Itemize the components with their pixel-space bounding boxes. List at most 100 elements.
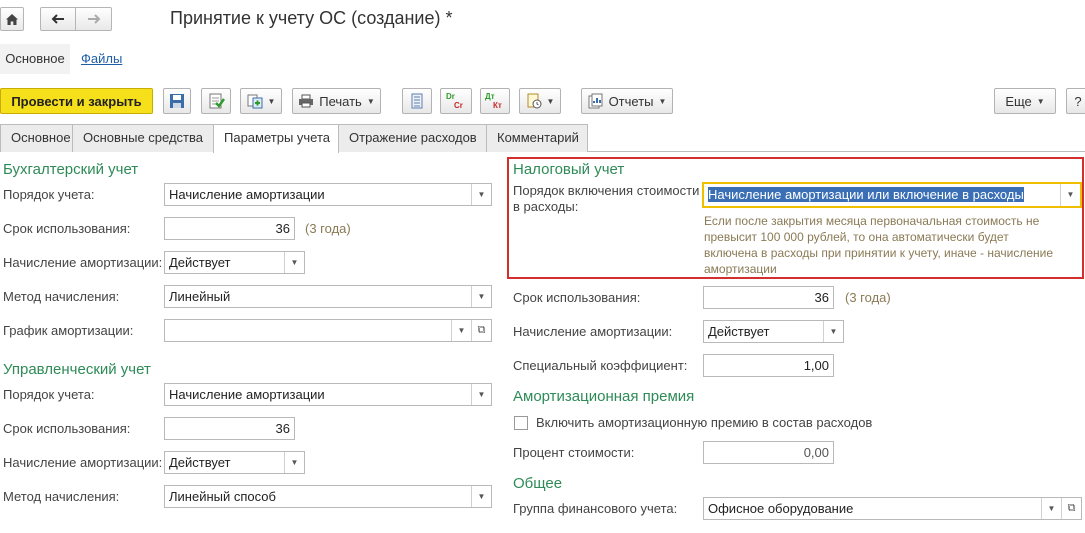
post-button[interactable] xyxy=(201,88,231,114)
chevron-down-icon[interactable]: ▼ xyxy=(284,452,304,473)
post-document-icon xyxy=(209,93,225,109)
mgmt-order-value: Начисление амортизации xyxy=(169,387,325,402)
back-button[interactable] xyxy=(40,7,76,31)
acc-depr-value: Действует xyxy=(169,255,231,270)
open-icon[interactable]: ⧉ xyxy=(471,320,491,341)
acc-method-select[interactable]: Линейный ▼ xyxy=(164,285,492,308)
reports-button[interactable]: Отчеты ▼ xyxy=(581,88,673,114)
tax-depr-select[interactable]: Действует ▼ xyxy=(703,320,844,343)
bonus-include-checkbox[interactable] xyxy=(514,416,528,430)
bonus-percent-label: Процент стоимости: xyxy=(513,445,635,460)
arrow-left-icon xyxy=(51,14,64,24)
acc-order-value: Начисление амортизации xyxy=(169,187,325,202)
acc-schedule-label: График амортизации: xyxy=(3,323,134,338)
document-list-icon xyxy=(411,93,423,109)
chevron-down-icon[interactable]: ▼ xyxy=(471,184,491,205)
acc-method-label: Метод начисления: xyxy=(3,289,120,304)
fin-group-select[interactable]: Офисное оборудование ▼ ⧉ xyxy=(703,497,1082,520)
printer-icon xyxy=(299,94,314,108)
acc-schedule-select[interactable]: ▼ ⧉ xyxy=(164,319,492,342)
tax-note-line-4: амортизации xyxy=(704,262,777,276)
more-label: Еще xyxy=(1005,93,1032,109)
section-files[interactable]: Файлы xyxy=(81,44,122,74)
mgmt-order-select[interactable]: Начисление амортизации ▼ xyxy=(164,383,492,406)
chevron-down-icon[interactable]: ▼ xyxy=(471,286,491,307)
chevron-down-icon[interactable]: ▼ xyxy=(284,252,304,273)
acc-order-label: Порядок учета: xyxy=(3,187,95,202)
tax-cost-order-value: Начисление амортизации или включение в р… xyxy=(708,187,1024,202)
mgmt-order-label: Порядок учета: xyxy=(3,387,95,402)
attach-button[interactable]: ▼ xyxy=(519,88,561,114)
tax-note-line-3: включена в расходы при принятии к учету,… xyxy=(704,246,1054,260)
bonus-group-title: Амортизационная премия xyxy=(513,388,695,405)
tab-comment[interactable]: Комментарий xyxy=(486,124,588,152)
home-icon xyxy=(6,13,18,25)
more-button[interactable]: Еще ▼ xyxy=(994,88,1056,114)
mgmt-term-input[interactable]: 36 xyxy=(164,417,295,440)
mgmt-method-value: Линейный способ xyxy=(169,489,276,504)
tax-depr-value: Действует xyxy=(708,324,770,339)
save-button[interactable] xyxy=(163,88,191,114)
tab-main[interactable]: Основное xyxy=(0,124,73,152)
tax-term-hint: (3 года) xyxy=(845,290,891,305)
forward-button[interactable] xyxy=(75,7,112,31)
acc-depr-label: Начисление амортизации: xyxy=(3,255,163,270)
home-button[interactable] xyxy=(0,7,24,31)
dr-cr-icon: Dr Cr xyxy=(446,91,466,111)
tax-note-line-2: превысит 100 000 рублей, то она автомати… xyxy=(704,230,1009,244)
tab-strip: Основное Основные средства Параметры уче… xyxy=(0,124,1085,153)
bonus-percent-input[interactable]: 0,00 xyxy=(703,441,834,464)
chevron-down-icon[interactable]: ▼ xyxy=(471,486,491,507)
mgmt-method-select[interactable]: Линейный способ ▼ xyxy=(164,485,492,508)
acc-method-value: Линейный xyxy=(169,289,231,304)
help-button[interactable]: ? xyxy=(1066,88,1085,114)
tab-fixed-assets[interactable]: Основные средства xyxy=(72,124,214,152)
section-main[interactable]: Основное xyxy=(0,44,70,74)
chevron-down-icon: ▼ xyxy=(267,96,276,106)
chevron-down-icon[interactable]: ▼ xyxy=(1041,498,1061,519)
management-group-title: Управленческий учет xyxy=(3,361,151,378)
fin-group-label: Группа финансового учета: xyxy=(513,501,678,516)
print-label: Печать xyxy=(319,93,362,109)
dr-cr-button[interactable]: Dr Cr xyxy=(440,88,472,114)
create-based-on-button[interactable]: ▼ xyxy=(240,88,282,114)
dt-kt-icon: Дт Кт xyxy=(485,91,505,111)
acc-term-input[interactable]: 36 xyxy=(164,217,295,240)
chevron-down-icon: ▼ xyxy=(1036,96,1045,106)
chevron-down-icon[interactable]: ▼ xyxy=(823,321,843,342)
print-button[interactable]: Печать ▼ xyxy=(292,88,381,114)
bonus-include-label: Включить амортизационную премию в состав… xyxy=(536,415,873,430)
tax-coef-input[interactable]: 1,00 xyxy=(703,354,834,377)
tax-coef-label: Специальный коэффициент: xyxy=(513,358,688,373)
acc-order-select[interactable]: Начисление амортизации ▼ xyxy=(164,183,492,206)
document-list-button[interactable] xyxy=(402,88,432,114)
acc-depr-select[interactable]: Действует ▼ xyxy=(164,251,305,274)
accounting-group-title: Бухгалтерский учет xyxy=(3,161,139,178)
mgmt-method-label: Метод начисления: xyxy=(3,489,120,504)
acc-term-hint: (3 года) xyxy=(305,221,351,236)
reports-label: Отчеты xyxy=(608,93,654,109)
tab-expense-reflection[interactable]: Отражение расходов xyxy=(338,124,487,152)
tax-cost-order-select[interactable]: Начисление амортизации или включение в р… xyxy=(702,182,1082,208)
mgmt-depr-value: Действует xyxy=(169,455,231,470)
tab-accounting-params[interactable]: Параметры учета xyxy=(213,124,339,153)
reports-icon xyxy=(588,93,603,109)
chevron-down-icon[interactable]: ▼ xyxy=(1060,184,1080,206)
create-based-on-icon xyxy=(247,94,263,109)
mgmt-depr-select[interactable]: Действует ▼ xyxy=(164,451,305,474)
tax-depr-label: Начисление амортизации: xyxy=(513,324,673,339)
chevron-down-icon: ▼ xyxy=(658,96,667,106)
chevron-down-icon[interactable]: ▼ xyxy=(451,320,471,341)
chevron-down-icon: ▼ xyxy=(546,96,555,106)
acc-term-label: Срок использования: xyxy=(3,221,131,236)
open-icon[interactable]: ⧉ xyxy=(1061,498,1081,519)
fin-group-value: Офисное оборудование xyxy=(708,501,854,516)
mgmt-depr-label: Начисление амортизации: xyxy=(3,455,163,470)
mgmt-term-label: Срок использования: xyxy=(3,421,131,436)
tax-cost-order-label: Порядок включения стоимости xyxy=(513,183,700,198)
dt-kt-button[interactable]: Дт Кт xyxy=(480,88,510,114)
tax-group-title: Налоговый учет xyxy=(513,161,625,178)
post-and-close-button[interactable]: Провести и закрыть xyxy=(0,88,153,114)
chevron-down-icon[interactable]: ▼ xyxy=(471,384,491,405)
tax-term-input[interactable]: 36 xyxy=(703,286,834,309)
